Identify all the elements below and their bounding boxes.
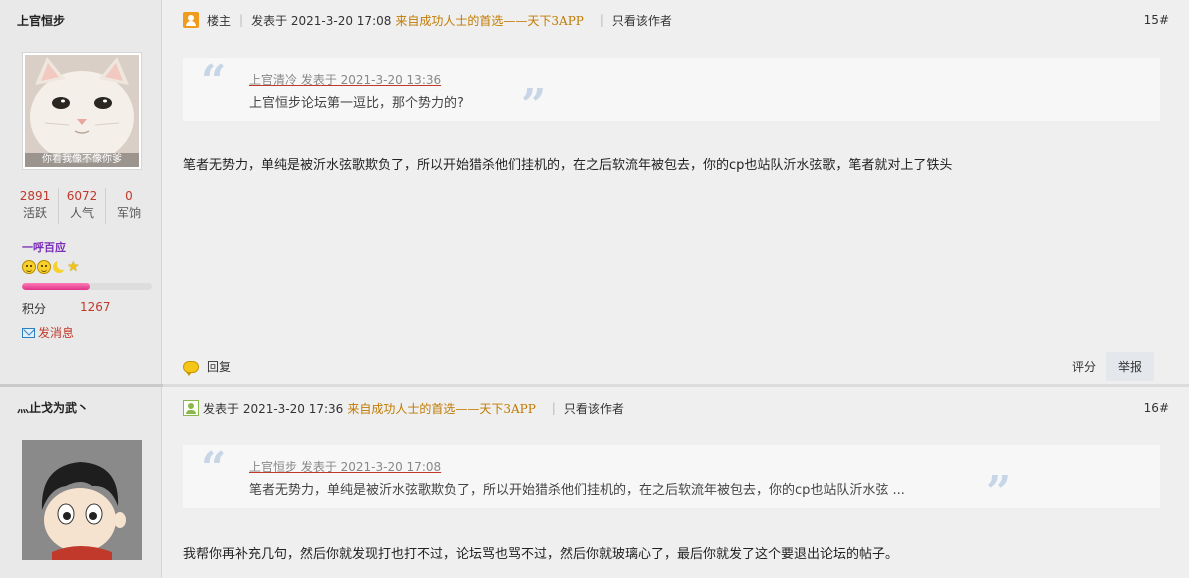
rate-button[interactable]: 评分	[1072, 358, 1096, 375]
avatar[interactable]	[22, 440, 142, 560]
stat-coins[interactable]: 0 军饷	[106, 188, 152, 224]
post-source-link[interactable]: 来自成功人士的首选——天下3APP	[347, 400, 535, 417]
author-sidebar: 上官恒步 你看我像不像你爹 2891 活跃 6072 人气 0 军饷 一呼百应 …	[0, 0, 162, 384]
points-label: 积分	[22, 302, 47, 316]
post-footer: 回复 评分 举报	[183, 352, 1154, 381]
mail-icon	[22, 327, 35, 338]
post-main: 楼主 | 发表于 2021-3-20 17:08 来自成功人士的首选——天下3A…	[163, 0, 1189, 384]
user-icon	[183, 400, 199, 416]
star-icon: ★	[67, 259, 80, 275]
quote-block: “ 上官清冷 发表于 2021-3-20 13:36 上官恒步论坛第一逗比，那个…	[183, 56, 1160, 128]
author-sidebar: 灬止戈为武丶	[0, 387, 162, 578]
only-author-link[interactable]: 只看该作者	[612, 12, 672, 29]
author-stats: 2891 活跃 6072 人气 0 军饷	[12, 188, 152, 224]
stat-popularity[interactable]: 6072 人气	[59, 188, 106, 224]
level-icons: ★	[22, 259, 80, 275]
post-time: 发表于 2021-3-20 17:08	[251, 13, 392, 28]
cartoon-boy-avatar-image	[22, 440, 142, 560]
quote-text: 上官恒步论坛第一逗比，那个势力的?	[249, 96, 464, 111]
user-rank[interactable]: 一呼百应	[22, 239, 66, 255]
report-button[interactable]: 举报	[1105, 352, 1154, 381]
author-name[interactable]: 灬止戈为武丶	[17, 399, 89, 416]
reply-icon	[183, 360, 199, 376]
post-header: 发表于 2021-3-20 17:36 来自成功人士的首选——天下3APP | …	[183, 398, 1169, 418]
moon-icon	[52, 259, 68, 274]
smiley-icon	[37, 260, 51, 274]
quote-block: “ 上官恒步 发表于 2021-3-20 17:08 笔者无势力，单纯是被沂水弦…	[183, 443, 1160, 515]
level-progress-bar	[22, 283, 152, 290]
stat-activity[interactable]: 2891 活跃	[12, 188, 59, 224]
avatar[interactable]: 你看我像不像你爹	[22, 52, 142, 170]
avatar-caption: 你看我像不像你爹	[42, 154, 122, 165]
post-time: 发表于 2021-3-20 17:36	[203, 401, 344, 416]
floor-number[interactable]: 15#	[1144, 13, 1169, 27]
quote-header-link[interactable]: 上官清冷 发表于 2021-3-20 13:36	[249, 71, 441, 88]
post-15: 上官恒步 你看我像不像你爹 2891 活跃 6072 人气 0 军饷 一呼百应 …	[0, 0, 1189, 384]
quote-open-icon: “	[201, 56, 227, 107]
post-header: 楼主 | 发表于 2021-3-20 17:08 来自成功人士的首选——天下3A…	[183, 10, 1169, 30]
quote-close-icon: ”	[521, 80, 547, 131]
thread-owner-icon	[183, 12, 199, 28]
quote-text: 笔者无势力，单纯是被沂水弦歌欺负了，所以开始猎杀他们挂机的，在之后软流年被包去，…	[249, 483, 905, 498]
author-name[interactable]: 上官恒步	[17, 12, 65, 29]
post-content: 笔者无势力，单纯是被沂水弦歌欺负了，所以开始猎杀他们挂机的，在之后软流年被包去，…	[183, 158, 953, 173]
only-author-link[interactable]: 只看该作者	[564, 400, 624, 417]
quote-open-icon: “	[201, 443, 227, 494]
owner-label: 楼主	[207, 13, 232, 28]
post-content: 我帮你再补充几句，然后你就发现打也打不过，论坛骂也骂不过，然后你就玻璃心了，最后…	[183, 547, 899, 562]
smiley-icon	[22, 260, 36, 274]
post-16: 灬止戈为武丶 发表于 2021-3-20 17:36 来自成功人士的首选——天下…	[0, 387, 1189, 578]
post-main: 发表于 2021-3-20 17:36 来自成功人士的首选——天下3APP | …	[163, 387, 1189, 578]
post-source-link[interactable]: 来自成功人士的首选——天下3APP	[395, 12, 583, 29]
floor-number[interactable]: 16#	[1144, 401, 1169, 415]
level-progress-fill	[22, 283, 90, 290]
cat-avatar-image	[25, 55, 139, 167]
send-message-link[interactable]: 发消息	[22, 324, 74, 341]
quote-header-link[interactable]: 上官恒步 发表于 2021-3-20 17:08	[249, 458, 441, 475]
quote-close-icon: ”	[986, 467, 1012, 518]
reply-button[interactable]: 回复	[207, 358, 231, 375]
points-value: 1267	[80, 300, 111, 314]
